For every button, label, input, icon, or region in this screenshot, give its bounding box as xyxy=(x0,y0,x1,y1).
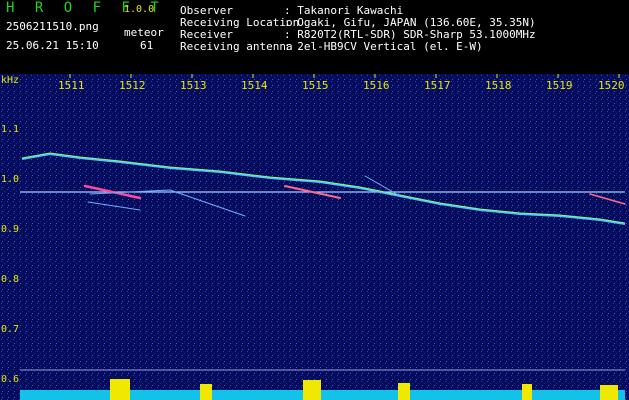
time-tick-label: 1511 xyxy=(58,79,85,92)
y-tick-label: 1.0 xyxy=(1,174,20,185)
file-name: 2506211510.png xyxy=(6,20,99,33)
time-tick-label: 1520 xyxy=(598,79,625,92)
antenna-value: : 2el-HB9CV Vertical (el. E-W) xyxy=(284,40,483,53)
y-tick-label: 0.7 xyxy=(1,324,20,335)
spectrogram-background xyxy=(0,74,629,400)
time-tick-label: 1514 xyxy=(241,79,268,92)
time-tick-label: 1517 xyxy=(424,79,451,92)
time-tick-label: 1519 xyxy=(546,79,573,92)
y-tick-label: 0.9 xyxy=(1,224,20,235)
time-tick-label: 1518 xyxy=(485,79,512,92)
time-tick-label: 1513 xyxy=(180,79,207,92)
y-tick-label: 0.8 xyxy=(1,274,20,285)
y-tick-label: 1.1 xyxy=(1,124,20,135)
meteor-label: meteor xyxy=(124,26,164,39)
meteor-count: 61 xyxy=(140,39,154,52)
date-time: 25.06.21 15:10 xyxy=(6,39,99,52)
app-version: 1.0.0 xyxy=(124,4,155,15)
spectrogram-plot xyxy=(0,74,629,400)
header-panel: H R O F F T 1.0.0 2506211510.png meteor … xyxy=(0,0,629,74)
y-tick-label: 0.6 xyxy=(1,374,20,385)
time-tick-label: 1516 xyxy=(363,79,390,92)
time-tick-label: 1512 xyxy=(119,79,146,92)
time-tick-label: 1515 xyxy=(302,79,329,92)
antenna-key: Receiving antenna xyxy=(180,40,293,53)
y-axis-unit: kHz xyxy=(1,75,20,86)
